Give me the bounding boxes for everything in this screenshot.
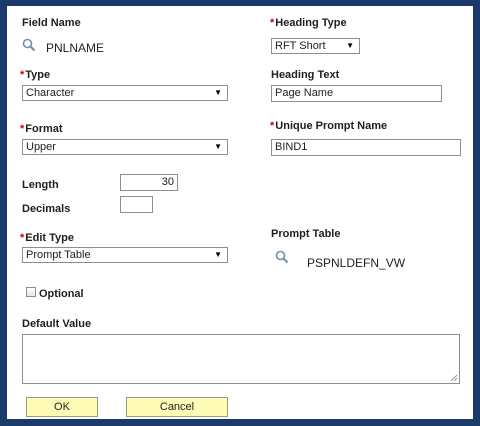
heading-type-select-value: RFT Short: [275, 40, 326, 52]
chevron-down-icon: ▼: [214, 88, 222, 97]
length-input[interactable]: 30: [120, 174, 178, 191]
type-select-value: Character: [26, 87, 75, 99]
field-name-label: Field Name: [22, 17, 81, 29]
unique-prompt-name-label: *Unique Prompt Name: [270, 120, 388, 132]
decimals-input[interactable]: [120, 196, 153, 213]
default-value-textarea[interactable]: [22, 334, 460, 384]
heading-type-select[interactable]: RFT Short ▼: [271, 38, 360, 54]
format-label: *Format: [20, 123, 63, 135]
optional-label: Optional: [39, 288, 84, 300]
prompt-table-value: PSPNLDEFN_VW: [307, 256, 406, 270]
edit-type-select[interactable]: Prompt Table ▼: [22, 247, 228, 263]
decimals-label: Decimals: [22, 203, 71, 215]
heading-text-input[interactable]: Page Name: [271, 85, 442, 102]
edit-type-label: *Edit Type: [20, 232, 74, 244]
field-name-value: PNLNAME: [46, 41, 105, 55]
heading-text-label: Heading Text: [271, 69, 340, 81]
length-label: Length: [22, 179, 59, 191]
resize-handle-icon[interactable]: [450, 374, 458, 382]
optional-checkbox[interactable]: [26, 287, 36, 297]
unique-prompt-name-input[interactable]: BIND1: [271, 139, 461, 156]
type-label: *Type: [20, 69, 51, 81]
prompt-table-label: Prompt Table: [271, 228, 341, 240]
heading-type-label: *Heading Type: [270, 17, 347, 29]
search-icon[interactable]: [22, 38, 36, 52]
format-select-value: Upper: [26, 141, 56, 153]
ok-button[interactable]: OK: [26, 397, 98, 417]
chevron-down-icon: ▼: [214, 250, 222, 259]
default-value-label: Default Value: [22, 318, 92, 330]
search-icon[interactable]: [275, 250, 289, 264]
edit-type-select-value: Prompt Table: [26, 249, 91, 261]
format-select[interactable]: Upper ▼: [22, 139, 228, 155]
cancel-button[interactable]: Cancel: [126, 397, 228, 417]
type-select[interactable]: Character ▼: [22, 85, 228, 101]
chevron-down-icon: ▼: [346, 41, 354, 50]
chevron-down-icon: ▼: [214, 142, 222, 151]
